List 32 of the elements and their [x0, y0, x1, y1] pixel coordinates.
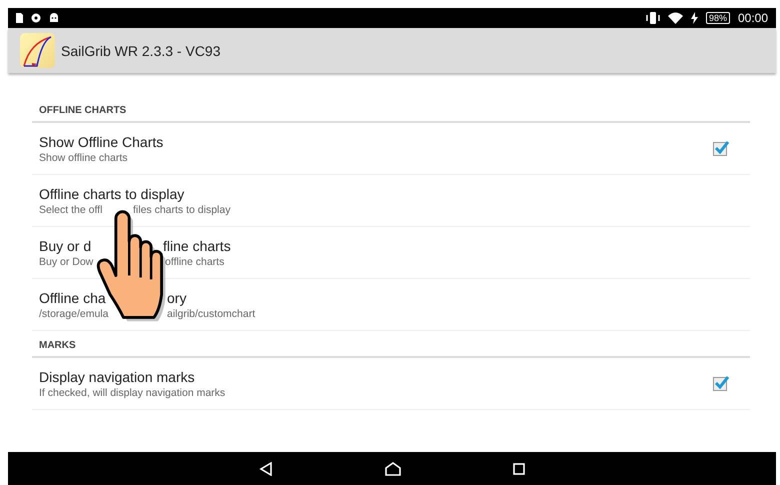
setting-title: Display navigation marks — [39, 368, 195, 384]
setting-summary: /storage/emula — [39, 308, 108, 320]
home-button[interactable] — [385, 462, 401, 476]
setting-title: Show Offline Charts — [39, 134, 164, 150]
wifi-icon — [668, 12, 683, 24]
vibrate-icon — [646, 12, 660, 24]
back-button[interactable] — [259, 462, 273, 476]
setting-summary: ailgrib/customchart — [167, 308, 256, 320]
setting-title: fline charts — [163, 238, 231, 254]
setting-title: ory — [167, 290, 186, 306]
setting-title: Offline cha — [39, 290, 106, 306]
app-title: SailGrib WR 2.3.3 - VC93 — [61, 42, 220, 58]
section-header: MARKS — [32, 331, 750, 358]
setting-summary: files charts to display — [133, 204, 230, 216]
recents-button[interactable] — [513, 462, 525, 474]
charging-icon — [690, 12, 698, 24]
sim-card-icon — [16, 13, 23, 23]
section-header: OFFLINE CHARTS — [32, 73, 750, 123]
android-icon — [49, 13, 59, 23]
setting-title: Offline charts to display — [39, 186, 184, 202]
disc-icon — [31, 13, 41, 23]
setting-summary: Select the offl — [39, 204, 102, 216]
setting-summary: If checked, will display navigation marks — [39, 386, 226, 398]
clock: 00:00 — [738, 11, 768, 25]
setting-summary: offline charts — [165, 256, 224, 268]
setting-summary: Buy or Dow — [39, 256, 94, 268]
checkbox[interactable] — [713, 142, 727, 156]
setting-title: Buy or d — [39, 238, 92, 254]
setting-summary: Show offline charts — [39, 152, 128, 164]
checkbox[interactable] — [713, 376, 727, 390]
app-logo-icon — [20, 33, 55, 68]
battery-level: 98% — [706, 12, 730, 24]
